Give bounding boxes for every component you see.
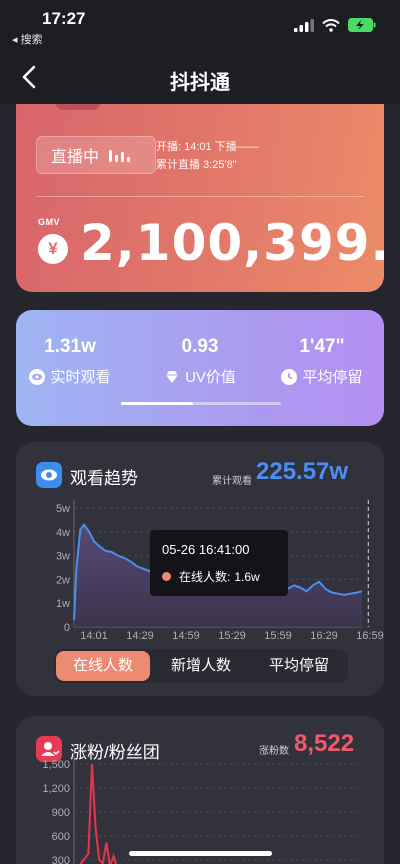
stat-value: 1'47": [299, 336, 345, 357]
live-meta: 开播: 14:01 下播—— 累计直播 3:25'8": [156, 138, 259, 174]
y-tick-label: 900: [52, 807, 70, 819]
live-status-badge[interactable]: 直播中: [36, 136, 156, 174]
y-tick-label: 1w: [56, 598, 70, 610]
tab-online-users[interactable]: 在线人数: [56, 651, 150, 681]
fans-chart[interactable]: 300 600 900 1,200 1,500: [16, 716, 384, 864]
tooltip-dot: [162, 572, 171, 581]
wifi-icon: [322, 18, 340, 32]
x-tick-label: 14:59: [172, 630, 200, 642]
x-tick-label: 15:29: [218, 630, 246, 642]
live-bars-icon: [109, 148, 131, 162]
y-tick-label: 1,500: [42, 759, 70, 771]
series-line: [79, 763, 122, 864]
live-status-label: 直播中: [51, 149, 100, 166]
back-to-app-link[interactable]: ◂ 搜索: [12, 31, 43, 47]
stat-realtime-viewers: 1.31w 实时观看: [10, 336, 130, 387]
gmv-value: 2,100,399.40: [80, 214, 384, 272]
tooltip-time: 05-26 16:41:00: [162, 542, 250, 557]
stat-uv-value: 0.93 UV价值: [140, 336, 260, 387]
trend-tabs: 在线人数 新增人数 平均停留: [54, 649, 348, 683]
y-tick-label: 4w: [56, 527, 70, 539]
y-tick-label: 2w: [56, 574, 70, 586]
y-tick-label: 1,200: [42, 783, 70, 795]
x-tick-label: 14:29: [126, 630, 154, 642]
stat-avg-stay: 1'47" 平均停留: [262, 336, 382, 387]
live-start-end: 开播: 14:01 下播——: [156, 141, 259, 153]
page-title: 抖抖通: [170, 72, 230, 94]
top-bar: 17:27 ◂ 搜索 抖抖通: [0, 0, 400, 104]
clock-icon: [281, 368, 298, 385]
stat-value: 0.93: [181, 336, 219, 357]
page-indicator: [121, 402, 281, 405]
chart-tooltip: 05-26 16:41:00 在线人数: 1.6w: [150, 530, 288, 596]
stat-label: 实时观看: [50, 369, 111, 386]
card-handle: [56, 104, 100, 110]
x-tick-label: 16:29: [310, 630, 338, 642]
y-tick-label: 3w: [56, 551, 70, 563]
x-tick-label: 15:59: [264, 630, 292, 642]
gmv-label: GMV: [38, 217, 61, 227]
live-gmv-card: 直播中 开播: 14:01 下播—— 累计直播 3:25'8" GMV ¥ 2,…: [16, 104, 384, 292]
x-tick-label: 16:59: [356, 630, 384, 642]
divider: [36, 196, 364, 197]
y-tick-label: 600: [52, 831, 70, 843]
eye-icon: [29, 368, 46, 385]
signal-icon: [294, 18, 314, 32]
tab-avg-stay[interactable]: 平均停留: [252, 651, 346, 681]
tooltip-value: 1.6w: [234, 569, 260, 584]
status-time: 17:27: [42, 9, 86, 28]
yen-icon: ¥: [38, 234, 68, 264]
y-tick-label: 300: [52, 855, 70, 864]
live-duration: 累计直播 3:25'8": [156, 159, 237, 171]
live-stats-card[interactable]: 1.31w 实时观看 0.93 UV价值 1'47" 平均停留: [16, 310, 384, 426]
fans-card: 涨粉/粉丝团 涨粉数 8,522 300 600 900 1,200 1,500: [16, 716, 384, 864]
stat-label: UV价值: [185, 369, 236, 386]
system-icons: [294, 18, 376, 32]
stat-label: 平均停留: [302, 369, 363, 386]
tab-new-users[interactable]: 新增人数: [154, 651, 248, 681]
x-tick-label: 14:01: [80, 630, 108, 642]
diamond-icon: [164, 369, 180, 385]
home-indicator[interactable]: [129, 851, 272, 856]
tooltip-series: 在线人数: [179, 570, 228, 584]
battery-charging-icon: [348, 18, 376, 32]
y-tick-label: 0: [64, 622, 70, 634]
y-tick-label: 5w: [56, 503, 70, 515]
stat-value: 1.31w: [44, 336, 96, 357]
